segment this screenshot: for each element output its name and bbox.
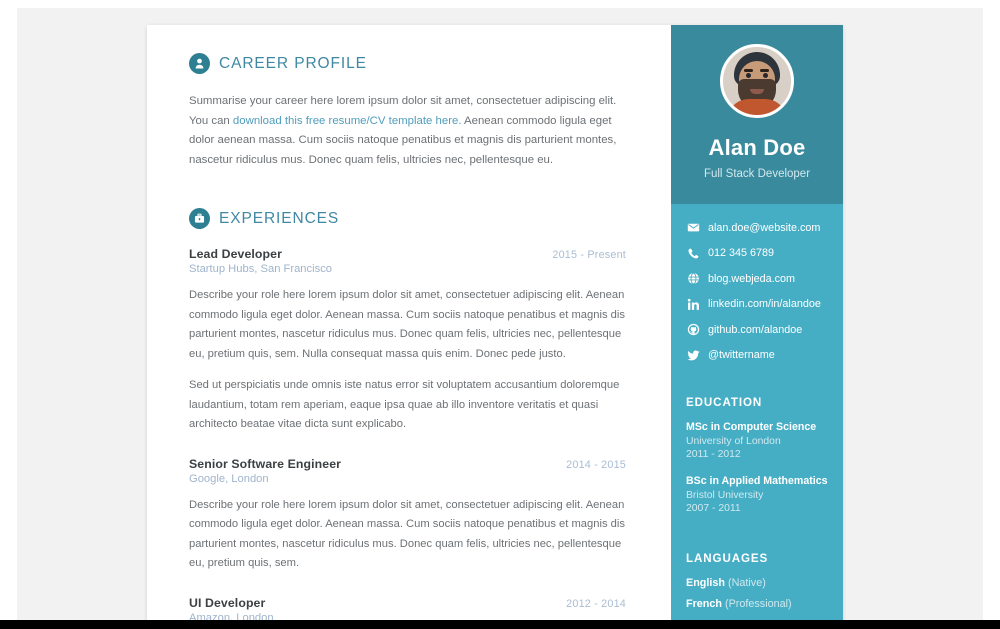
language-level: (Professional) xyxy=(725,597,792,610)
language-item: English (Native) xyxy=(686,577,843,589)
experience-role: Lead Developer xyxy=(189,247,282,261)
profile-name: Alan Doe xyxy=(708,135,806,160)
experience-date: 2014 - 2015 xyxy=(566,458,626,471)
education-entry: BSc in Applied Mathematics Bristol Unive… xyxy=(686,475,843,516)
envelope-icon xyxy=(686,221,701,234)
section-title-career-profile: CAREER PROFILE xyxy=(219,54,367,72)
education-degree: BSc in Applied Mathematics xyxy=(686,474,828,487)
contact-value: alan.doe@website.com xyxy=(708,221,821,234)
career-profile-text: Summarise your career here lorem ipsum d… xyxy=(189,92,625,170)
languages-heading: LANGUAGES xyxy=(686,551,769,565)
avatar xyxy=(720,44,794,118)
resume-sidebar: Alan Doe Full Stack Developer alan.doe@w… xyxy=(671,25,843,620)
twitter-icon xyxy=(686,349,701,362)
experience-date: 2015 - Present xyxy=(552,249,626,261)
language-name: French xyxy=(686,597,722,610)
education-years: 2007 - 2011 xyxy=(686,503,741,514)
briefcase-icon xyxy=(189,208,210,229)
contact-value: @twittername xyxy=(708,349,775,361)
education-school: Bristol University xyxy=(686,489,764,501)
sidebar-profile-header: Alan Doe Full Stack Developer xyxy=(671,25,843,204)
language-name: English xyxy=(686,576,725,589)
languages-section: LANGUAGES English (Native) French (Profe… xyxy=(671,552,843,610)
language-item: French (Professional) xyxy=(686,598,843,610)
experience-description: Sed ut perspiciatis unde omnis iste natu… xyxy=(189,379,620,430)
contact-value: 012 345 6789 xyxy=(708,247,775,259)
education-entry: MSc in Computer Science University of Lo… xyxy=(686,421,843,462)
contact-item-twitter[interactable]: @twittername xyxy=(686,349,843,362)
language-level: (Native) xyxy=(728,576,766,589)
experience-description: Describe your role here lorem ipsum dolo… xyxy=(189,498,625,570)
template-download-link[interactable]: download this free resume/CV template he… xyxy=(233,115,462,127)
experience-description: Describe your role here lorem ipsum dolo… xyxy=(189,289,625,360)
profile-job-title: Full Stack Developer xyxy=(703,168,811,180)
education-heading: EDUCATION xyxy=(686,395,763,409)
user-icon xyxy=(189,53,210,74)
experience-company: Amazon, London xyxy=(189,611,274,621)
viewport-bottom-crop xyxy=(0,620,1000,629)
contact-item-github[interactable]: github.com/alandoe xyxy=(686,323,843,336)
experience-entry: UI Developer 2012 - 2014 Amazon, London … xyxy=(189,596,626,621)
github-icon xyxy=(686,323,701,336)
page-canvas: CAREER PROFILE Summarise your career her… xyxy=(17,8,983,620)
resume-document: CAREER PROFILE Summarise your career her… xyxy=(147,25,843,620)
experience-role: Senior Software Engineer xyxy=(189,456,342,471)
contact-list: alan.doe@website.com 012 345 6789 blog.w… xyxy=(671,204,843,362)
browser-window: CAREER PROFILE Summarise your career her… xyxy=(0,0,1000,629)
experience-entry-header: UI Developer 2012 - 2014 xyxy=(189,596,626,610)
contact-value: linkedin.com/in/alandoe xyxy=(708,298,821,310)
contact-value: github.com/alandoe xyxy=(708,323,803,336)
experience-list: Lead Developer 2015 - Present Startup Hu… xyxy=(189,247,626,620)
experience-entry-header: Lead Developer 2015 - Present xyxy=(189,247,626,261)
education-school: University of London xyxy=(686,435,781,447)
main-content-column: CAREER PROFILE Summarise your career her… xyxy=(147,25,671,620)
contact-value: blog.webjeda.com xyxy=(708,272,796,285)
experience-date: 2012 - 2014 xyxy=(566,597,626,610)
education-degree: MSc in Computer Science xyxy=(686,420,817,433)
experience-company: Startup Hubs, San Francisco xyxy=(189,263,333,275)
education-section: EDUCATION MSc in Computer Science Univer… xyxy=(671,396,843,516)
globe-icon xyxy=(686,272,701,285)
contact-item-linkedin[interactable]: linkedin.com/in/alandoe xyxy=(686,298,843,311)
contact-item-website[interactable]: blog.webjeda.com xyxy=(686,272,843,285)
experience-entry-header: Senior Software Engineer 2014 - 2015 xyxy=(189,457,626,471)
education-years: 2011 - 2012 xyxy=(686,449,741,460)
section-title-experiences: EXPERIENCES xyxy=(219,209,340,227)
contact-item-email[interactable]: alan.doe@website.com xyxy=(686,221,843,234)
experience-entry: Lead Developer 2015 - Present Startup Hu… xyxy=(189,247,626,435)
phone-icon xyxy=(686,247,701,260)
experience-role: UI Developer xyxy=(189,595,266,610)
contact-item-phone[interactable]: 012 345 6789 xyxy=(686,247,843,260)
section-header-experiences: EXPERIENCES xyxy=(189,208,626,229)
experience-entry: Senior Software Engineer 2014 - 2015 Goo… xyxy=(189,457,626,574)
experience-company: Google, London xyxy=(189,472,269,485)
section-header-career-profile: CAREER PROFILE xyxy=(189,53,626,74)
linkedin-icon xyxy=(686,298,701,311)
